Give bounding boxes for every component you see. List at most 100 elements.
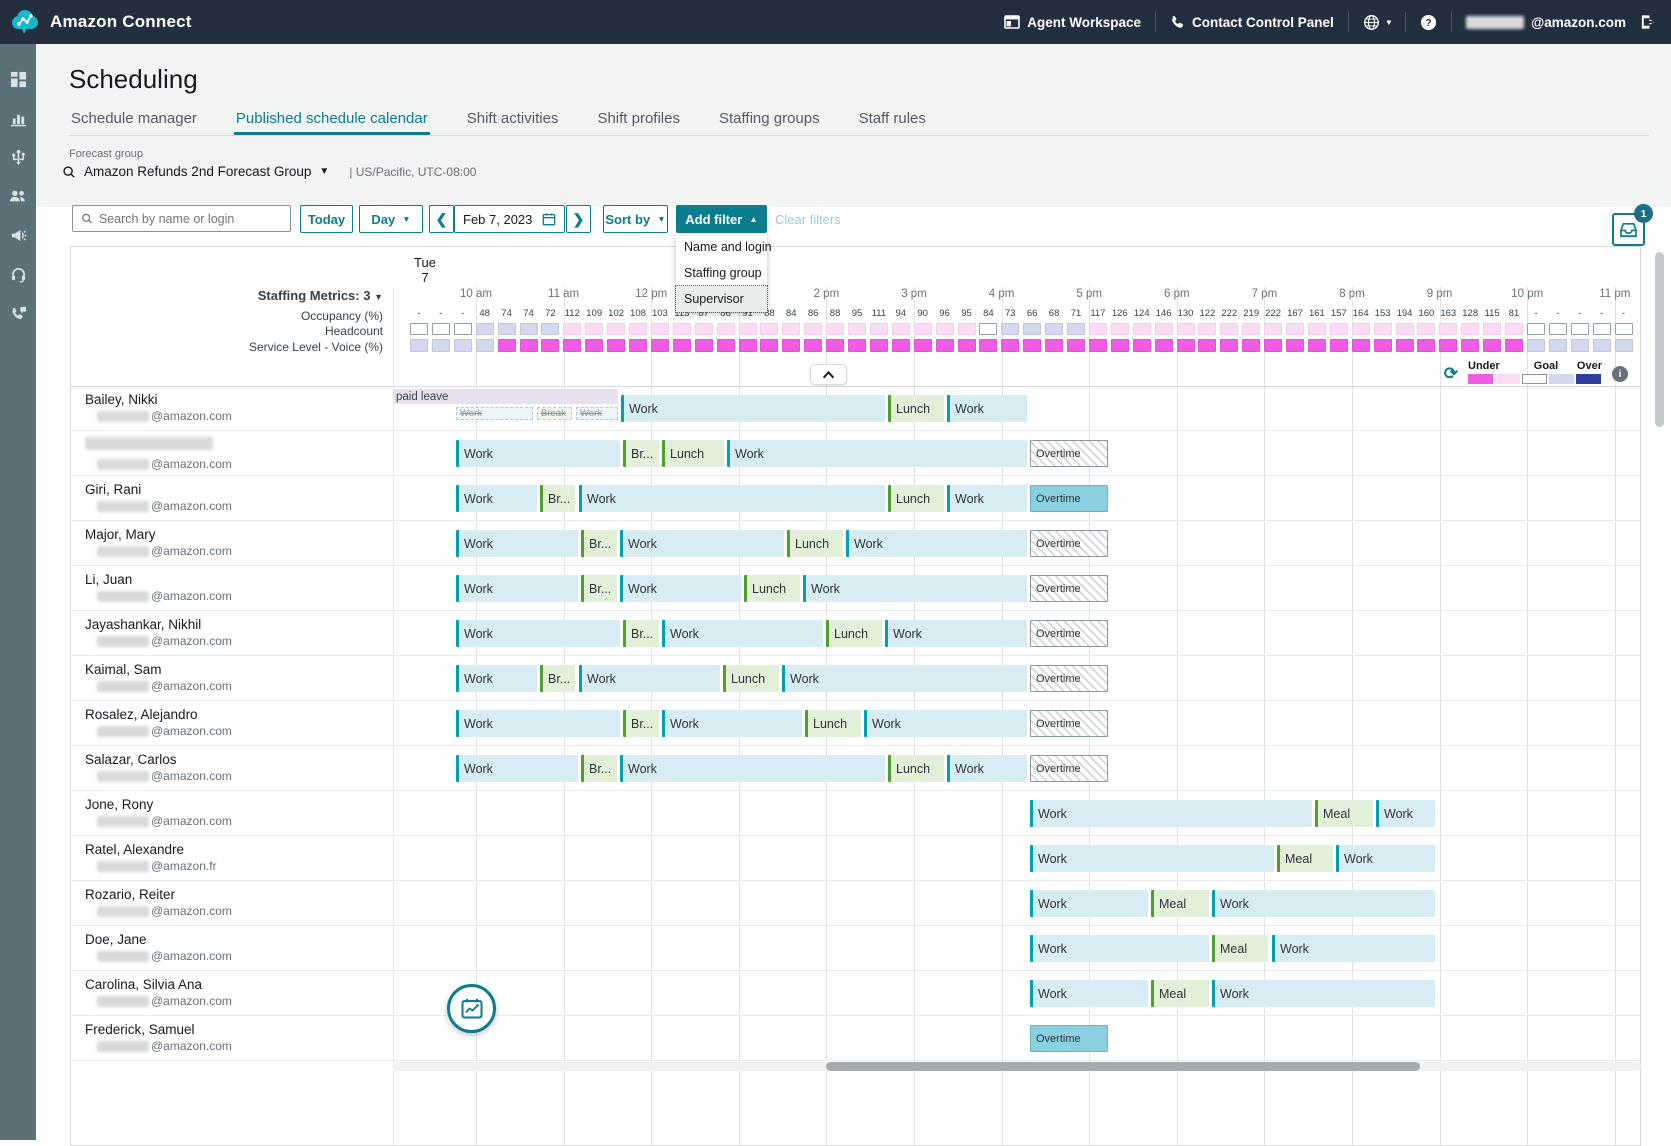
search-field[interactable]	[72, 205, 291, 232]
vertical-scrollbar-thumb[interactable]	[1655, 252, 1664, 427]
employee-name-cell[interactable]: Salazar, Carlos@amazon.com	[85, 752, 385, 783]
staffing-metrics-toggle[interactable]: Staffing Metrics: 3 ▼	[71, 288, 383, 303]
employee-name-cell[interactable]: Rosalez, Alejandro@amazon.com	[85, 707, 385, 738]
lunch-bar[interactable]: Lunch	[888, 395, 944, 422]
sort-by-dropdown[interactable]: Sort by▼	[603, 205, 668, 233]
paid-leave-bar[interactable]: paid leave	[393, 389, 618, 404]
work-bar[interactable]: Work	[456, 755, 578, 782]
filter-menu-item-supervisor[interactable]: Supervisor	[676, 286, 767, 312]
break-bar[interactable]: Br...	[623, 440, 659, 467]
employee-name-cell[interactable]: Giri, Rani@amazon.com	[85, 482, 385, 513]
lunch-bar[interactable]: Lunch	[787, 530, 843, 557]
tab-staff-rules[interactable]: Staff rules	[857, 106, 928, 135]
overtime-solid-bar[interactable]: Overtime	[1030, 1025, 1108, 1052]
work-bar[interactable]: Work	[662, 710, 802, 737]
overtime-solid-bar[interactable]: Overtime	[1030, 485, 1108, 512]
work-bar[interactable]: Work	[1376, 800, 1435, 827]
work-bar[interactable]: Work	[803, 575, 1027, 602]
forecast-group-select[interactable]: Amazon Refunds 2nd Forecast Group ▼ | US…	[62, 164, 476, 179]
break-bar[interactable]: Br...	[623, 710, 659, 737]
sign-out-button[interactable]	[1640, 14, 1657, 30]
agent-workspace-link[interactable]: Agent Workspace	[1004, 15, 1141, 30]
work-bar[interactable]: Work	[621, 395, 885, 422]
employee-name-cell[interactable]: Carolina, Silvia Ana@amazon.com	[85, 977, 385, 1008]
work-bar[interactable]: Work	[456, 710, 620, 737]
user-account[interactable]: @amazon.com	[1466, 15, 1626, 30]
lunch-bar[interactable]: Lunch	[805, 710, 861, 737]
lunch-bar[interactable]: Lunch	[888, 485, 944, 512]
overtime-hatched-bar[interactable]: Overtime	[1030, 665, 1108, 692]
work-bar[interactable]: Work	[947, 485, 1027, 512]
work-bar[interactable]: Work	[620, 530, 784, 557]
break-cancelled-bar[interactable]: Break	[537, 407, 572, 420]
employee-name-cell[interactable]: Li, Juan@amazon.com	[85, 572, 385, 603]
horizontal-scrollbar-thumb[interactable]	[826, 1062, 1420, 1071]
work-bar[interactable]: Work	[1030, 845, 1274, 872]
work-bar[interactable]: Work	[1030, 890, 1148, 917]
meal-bar[interactable]: Meal	[1277, 845, 1333, 872]
lunch-bar[interactable]: Lunch	[744, 575, 800, 602]
filter-menu-item-name-and-login[interactable]: Name and login	[676, 234, 767, 260]
add-filter-button[interactable]: Add filter▲	[676, 205, 767, 233]
employee-name-cell[interactable]: Kaimal, Sam@amazon.com	[85, 662, 385, 693]
headset-icon[interactable]	[9, 265, 27, 283]
next-day-button[interactable]: ❯	[566, 205, 591, 233]
employee-name-cell[interactable]: Major, Mary@amazon.com	[85, 527, 385, 558]
break-bar[interactable]: Br...	[581, 575, 617, 602]
break-bar[interactable]: Br...	[581, 530, 617, 557]
previous-day-button[interactable]: ❮	[429, 205, 454, 233]
work-bar[interactable]: Work	[456, 665, 537, 692]
overtime-hatched-bar[interactable]: Overtime	[1030, 575, 1108, 602]
work-bar[interactable]: Work	[1212, 890, 1435, 917]
work-bar[interactable]: Work	[947, 395, 1027, 422]
work-bar[interactable]: Work	[782, 665, 1027, 692]
work-bar[interactable]: Work	[620, 575, 741, 602]
work-bar[interactable]: Work	[1272, 935, 1435, 962]
lunch-bar[interactable]: Lunch	[723, 665, 779, 692]
employee-name-cell[interactable]: Rozario, Reiter@amazon.com	[85, 887, 385, 918]
work-bar[interactable]: Work	[1030, 935, 1209, 962]
lunch-bar[interactable]: Lunch	[826, 620, 882, 647]
work-cancelled-bar[interactable]: Work	[456, 407, 533, 420]
search-input[interactable]	[99, 212, 282, 226]
overtime-hatched-bar[interactable]: Overtime	[1030, 755, 1108, 782]
employee-name-cell[interactable]: Frederick, Samuel@amazon.com	[85, 1022, 385, 1053]
work-bar[interactable]: Work	[1212, 980, 1435, 1007]
metrics-icon[interactable]	[9, 109, 27, 127]
date-picker[interactable]: Feb 7, 2023	[454, 205, 565, 233]
break-bar[interactable]: Br...	[581, 755, 617, 782]
work-bar[interactable]: Work	[885, 620, 1027, 647]
work-bar[interactable]: Work	[864, 710, 1027, 737]
break-bar[interactable]: Br...	[540, 485, 575, 512]
calls-icon[interactable]	[9, 304, 27, 322]
employee-name-cell[interactable]: @amazon.com	[85, 437, 385, 471]
work-bar[interactable]: Work	[456, 575, 578, 602]
tab-staffing-groups[interactable]: Staffing groups	[717, 106, 822, 135]
work-cancelled-bar[interactable]: Work	[576, 407, 618, 420]
lunch-bar[interactable]: Lunch	[662, 440, 724, 467]
filter-menu-item-staffing-group[interactable]: Staffing group	[676, 260, 767, 286]
break-bar[interactable]: Br...	[540, 665, 575, 692]
overtime-hatched-bar[interactable]: Overtime	[1030, 440, 1108, 467]
meal-bar[interactable]: Meal	[1315, 800, 1373, 827]
work-bar[interactable]: Work	[947, 755, 1027, 782]
help-button[interactable]: ?	[1420, 14, 1437, 31]
work-bar[interactable]: Work	[1030, 800, 1312, 827]
employee-name-cell[interactable]: Ratel, Alexandre@amazon.fr	[85, 842, 385, 873]
work-bar[interactable]: Work	[579, 665, 720, 692]
schedule-insights-fab[interactable]	[447, 984, 496, 1033]
meal-bar[interactable]: Meal	[1151, 980, 1209, 1007]
work-bar[interactable]: Work	[456, 530, 578, 557]
clear-filters-link[interactable]: Clear filters	[775, 212, 841, 227]
contact-control-panel-link[interactable]: Contact Control Panel	[1170, 15, 1334, 30]
work-bar[interactable]: Work	[1030, 980, 1148, 1007]
work-bar[interactable]: Work	[579, 485, 885, 512]
announcements-icon[interactable]	[9, 226, 27, 244]
work-bar[interactable]: Work	[662, 620, 823, 647]
tab-shift-activities[interactable]: Shift activities	[465, 106, 561, 135]
work-bar[interactable]: Work	[620, 755, 885, 782]
meal-bar[interactable]: Meal	[1151, 890, 1209, 917]
lunch-bar[interactable]: Lunch	[888, 755, 944, 782]
overtime-hatched-bar[interactable]: Overtime	[1030, 530, 1108, 557]
employee-name-cell[interactable]: Bailey, Nikki@amazon.com	[85, 392, 385, 423]
